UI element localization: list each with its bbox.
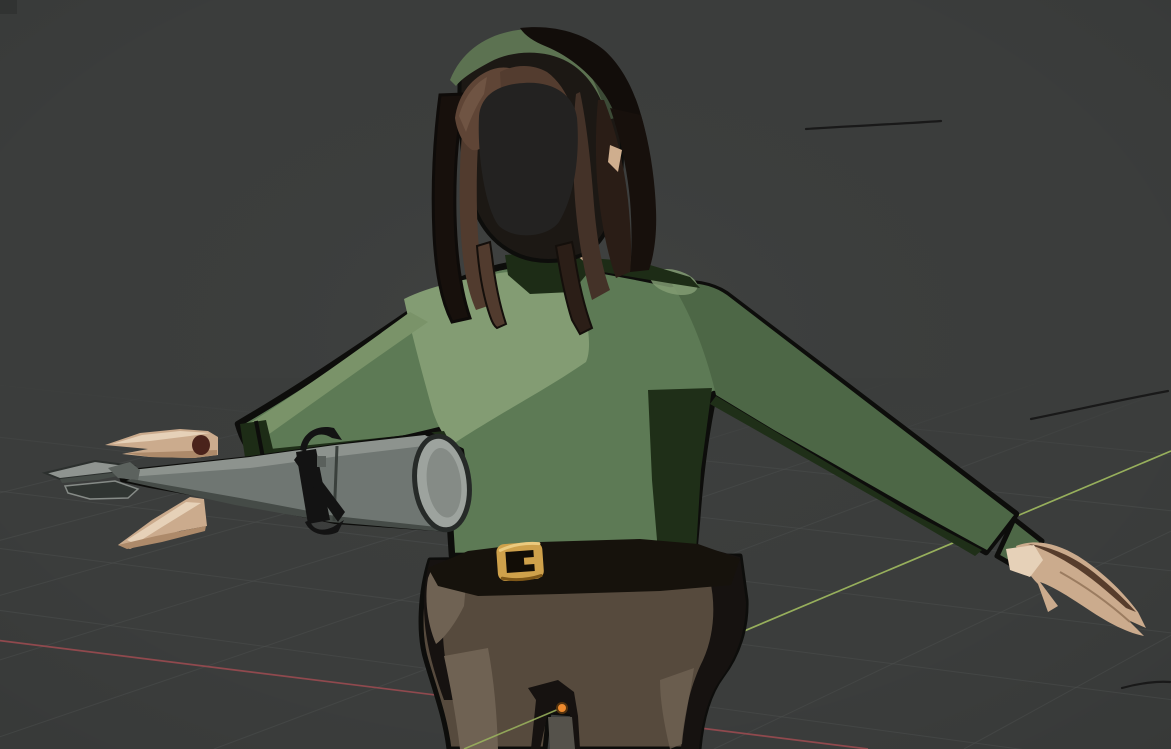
fist-opening: [192, 435, 210, 455]
blender-3d-viewport[interactable]: [0, 0, 1171, 749]
viewport-canvas[interactable]: [0, 0, 1171, 749]
clamp-pin: [317, 456, 326, 467]
leg-gap: [548, 717, 575, 749]
origin-dot[interactable]: [557, 703, 567, 713]
face: [479, 83, 578, 236]
belt-buckle: [496, 541, 544, 581]
